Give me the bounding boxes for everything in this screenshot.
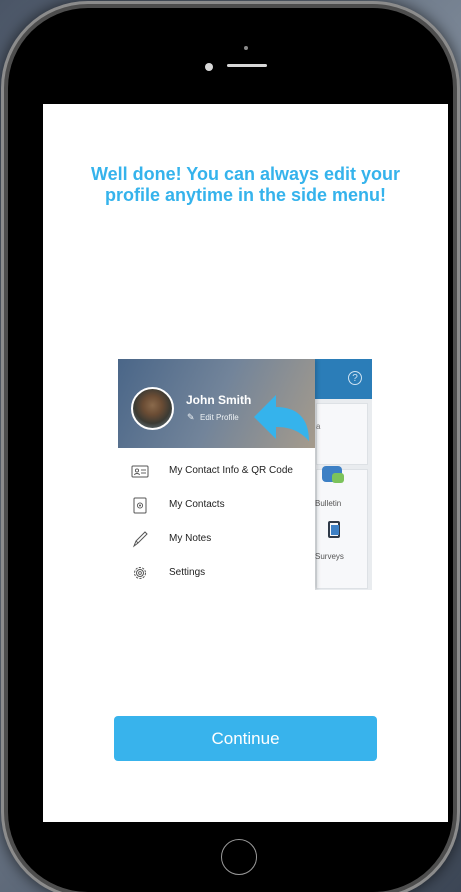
front-camera <box>205 63 213 71</box>
proximity-sensor <box>244 46 248 50</box>
surveys-icon-fill <box>331 525 339 535</box>
help-icon: ? <box>348 371 362 385</box>
id-card-icon <box>131 465 149 478</box>
surveys-label: Surveys <box>315 552 344 561</box>
menu-item-notes: My Notes <box>118 523 315 557</box>
menu-item-label: My Notes <box>169 533 212 544</box>
onboarding-headline: Well done! You can always edit your prof… <box>90 164 401 205</box>
avatar <box>131 387 174 430</box>
bulletin-icon-bubble <box>332 473 344 483</box>
phone-frame: Well done! You can always edit your prof… <box>8 8 453 892</box>
pencil-icon: ✎ <box>187 412 195 422</box>
screen: Well done! You can always edit your prof… <box>43 104 448 822</box>
home-button[interactable] <box>221 839 257 875</box>
contacts-icon <box>133 497 147 514</box>
gear-icon <box>134 567 146 579</box>
menu-item-contacts: My Contacts <box>118 489 315 523</box>
menu-item-label: Settings <box>169 567 206 578</box>
background-partial-text: a <box>316 422 321 431</box>
curved-arrow-icon <box>254 395 309 441</box>
background-tile <box>316 469 368 589</box>
user-name: John Smith <box>186 393 252 407</box>
continue-button[interactable]: Continue <box>114 716 377 761</box>
menu-item-contact-info: My Contact Info & QR Code <box>118 455 315 489</box>
menu-item-settings: Settings <box>118 557 315 590</box>
background-tile <box>316 403 368 465</box>
side-drawer: John Smith ✎ Edit Profile My Contact Inf… <box>118 359 315 590</box>
menu-item-label: My Contacts <box>169 499 225 510</box>
side-menu-preview-image: ? a Bulletin Surveys John Smith ✎ Edit P… <box>118 359 372 590</box>
earpiece-speaker <box>227 64 267 67</box>
bulletin-label: Bulletin <box>315 499 342 508</box>
edit-profile-link: Edit Profile <box>200 413 239 422</box>
drawer-header: John Smith ✎ Edit Profile <box>118 359 315 448</box>
pencil-icon <box>132 531 148 548</box>
menu-item-label: My Contact Info & QR Code <box>169 465 293 476</box>
